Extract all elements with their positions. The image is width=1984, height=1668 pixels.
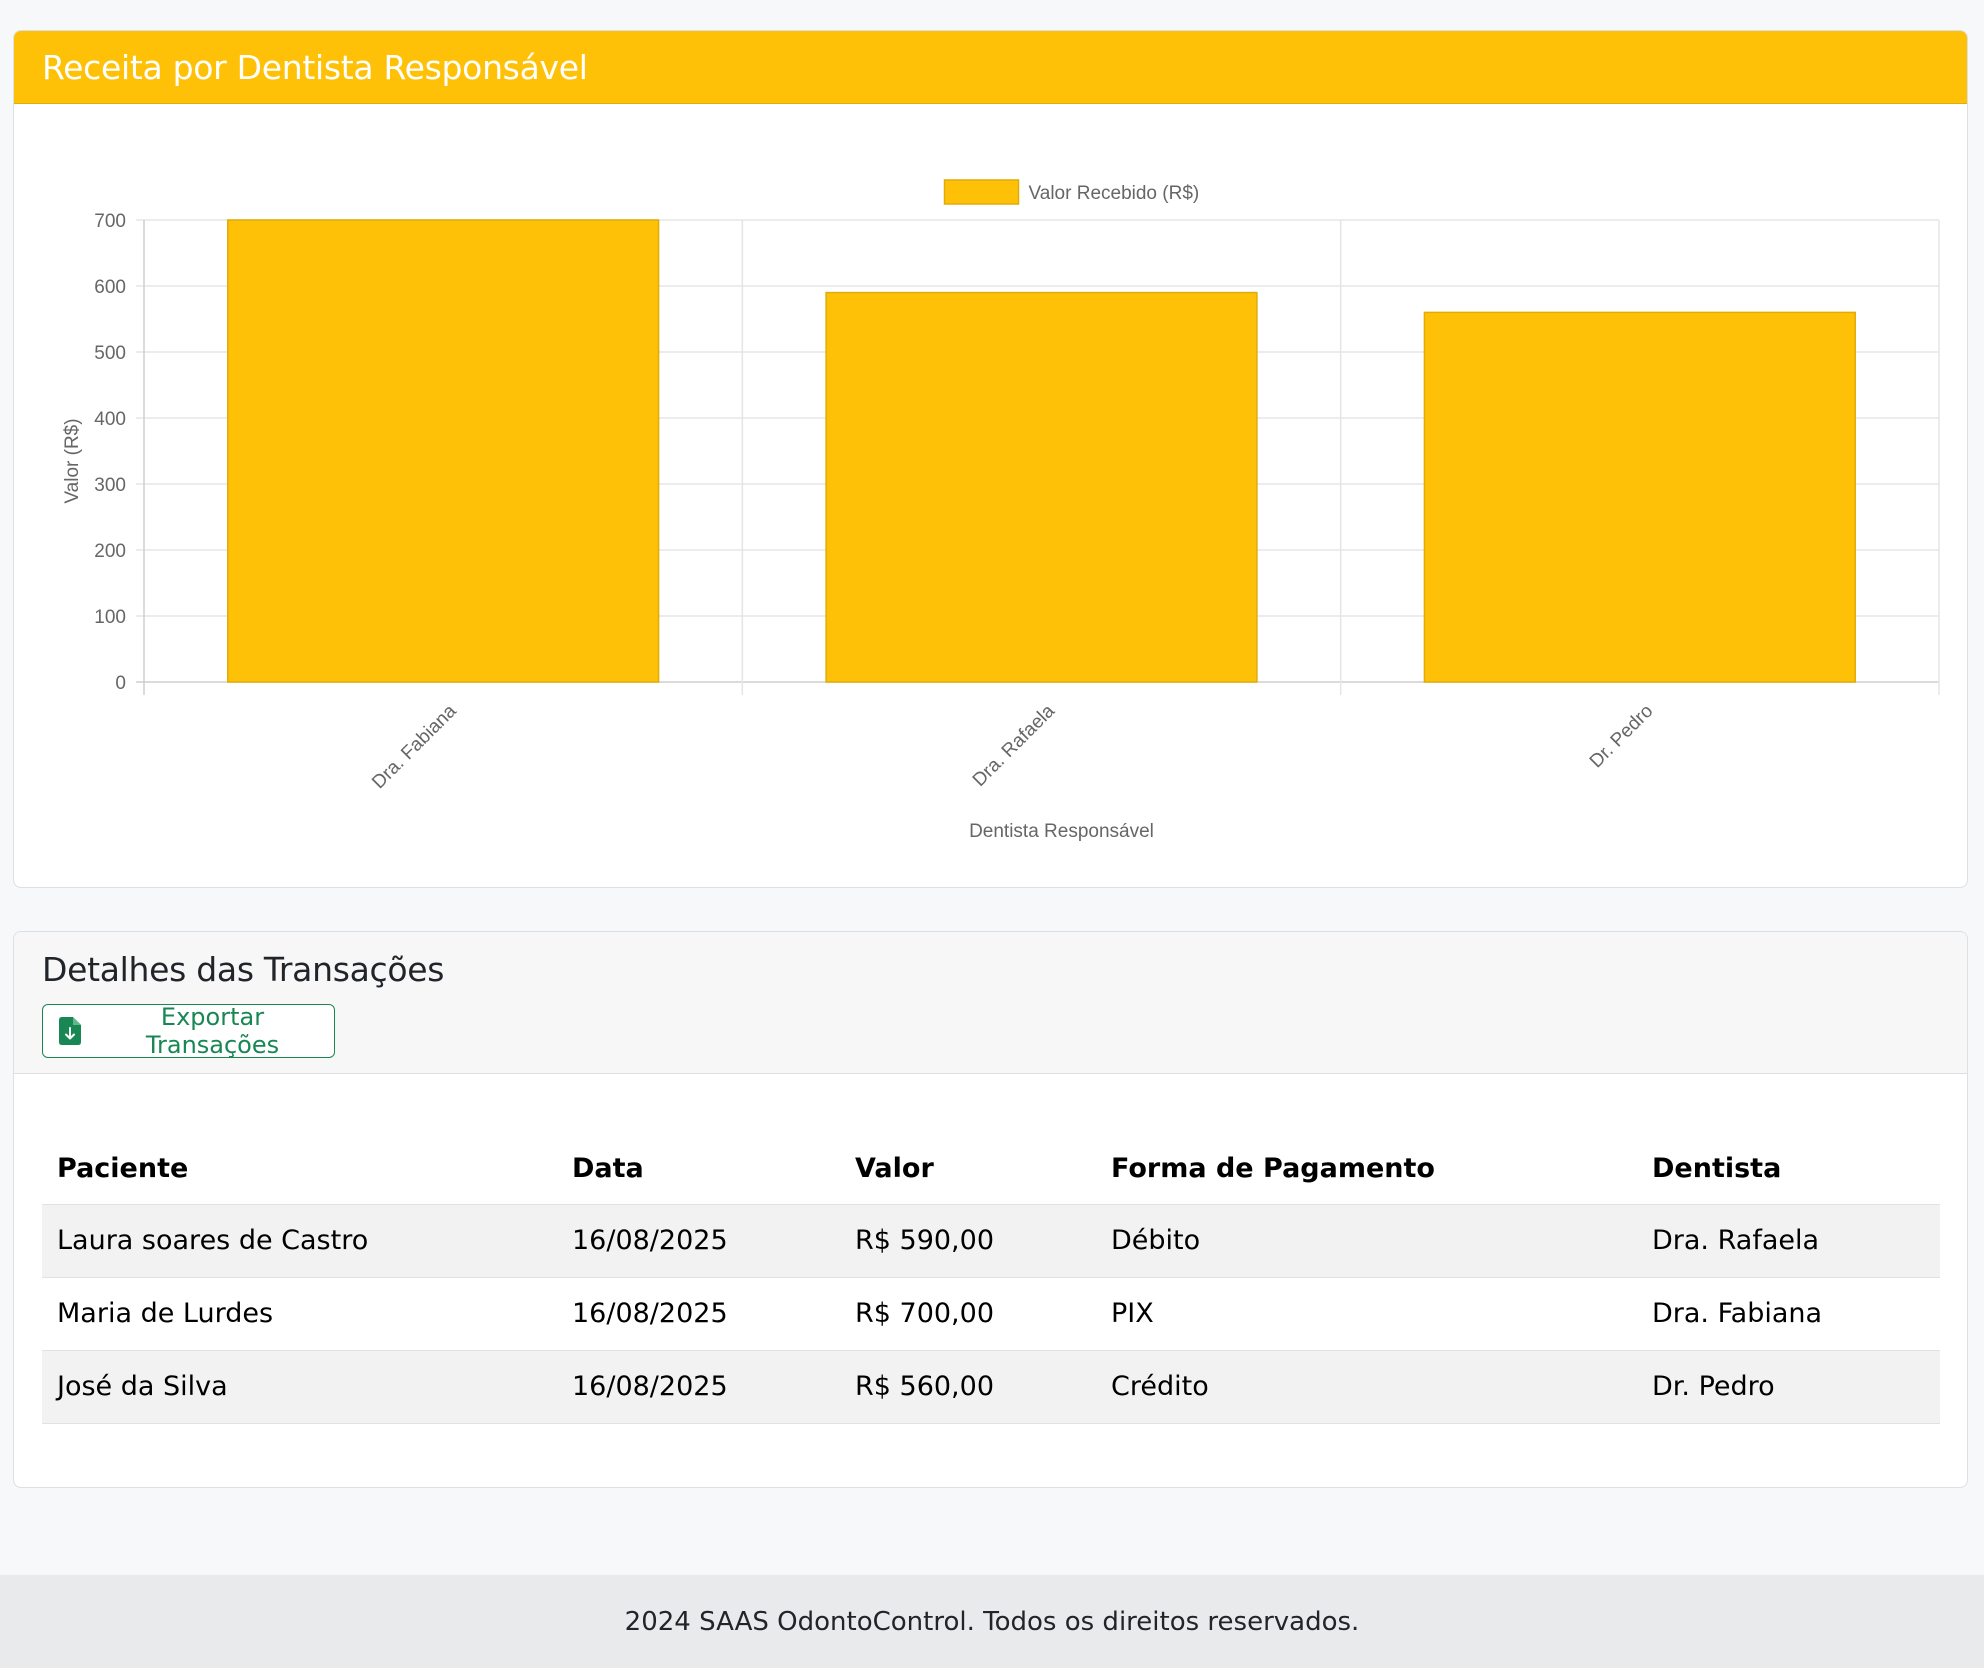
column-header-paciente: Paciente — [42, 1134, 557, 1205]
column-header-forma-pagamento: Forma de Pagamento — [1096, 1134, 1637, 1205]
x-tick-label: Dr. Pedro — [1586, 701, 1658, 773]
column-header-dentista: Dentista — [1637, 1134, 1940, 1205]
y-tick-label: 600 — [94, 277, 126, 298]
export-transactions-button[interactable]: Exportar Transações — [42, 1003, 335, 1059]
revenue-chart-card: Receita por Dentista Responsável 0 100 200… — [13, 30, 1968, 888]
revenue-bar-chart: 0 100 200 300 400 500 600 700 Dra. Fabiana Dra. R… — [62, 179, 1940, 842]
cell-paciente: Laura soares de Castro — [42, 1204, 557, 1278]
cell-data: 16/08/2025 — [557, 1204, 840, 1278]
transactions-table: Paciente Data Valor Forma de Pagamento D… — [42, 1134, 1940, 1424]
x-axis-title: Dentista Responsável — [969, 821, 1154, 842]
y-tick-label: 700 — [94, 211, 126, 232]
y-tick-label: 300 — [94, 475, 126, 496]
transactions-card: Detalhes das Transações Exportar Transaç… — [13, 931, 1968, 1488]
y-tick-label: 100 — [94, 607, 126, 628]
cell-valor: R$ 560,00 — [840, 1350, 1096, 1424]
cell-dentista: Dr. Pedro — [1637, 1350, 1940, 1424]
y-tick-label: 0 — [115, 673, 126, 694]
table-row: José da Silva 16/08/2025 R$ 560,00 Crédi… — [42, 1350, 1940, 1424]
export-button-label: Exportar Transações — [145, 1003, 280, 1059]
legend-label: Valor Recebido (R$) — [1029, 183, 1200, 204]
cell-forma-pagamento: PIX — [1096, 1277, 1637, 1351]
cell-paciente: José da Silva — [42, 1350, 557, 1424]
chart-card-title: Receita por Dentista Responsável — [42, 47, 588, 87]
table-header-row: Paciente Data Valor Forma de Pagamento D… — [42, 1134, 1940, 1205]
transactions-card-header: Detalhes das Transações Exportar Transaç… — [14, 932, 1967, 1074]
x-tick-label: Dra. Fabiana — [368, 700, 461, 793]
transactions-body: Paciente Data Valor Forma de Pagamento D… — [14, 1134, 1967, 1424]
cell-forma-pagamento: Débito — [1096, 1204, 1637, 1278]
bar — [227, 219, 660, 683]
y-tick-label: 400 — [94, 409, 126, 430]
cell-dentista: Dra. Rafaela — [1637, 1204, 1940, 1278]
y-tick-label: 500 — [94, 343, 126, 364]
cell-valor: R$ 590,00 — [840, 1204, 1096, 1278]
transactions-title: Detalhes das Transações — [42, 950, 445, 989]
table-row: Maria de Lurdes 16/08/2025 R$ 700,00 PIX… — [42, 1277, 1940, 1351]
column-header-data: Data — [557, 1134, 840, 1205]
column-header-valor: Valor — [840, 1134, 1096, 1205]
y-axis-title: Valor (R$) — [62, 418, 83, 503]
footer-text: 2024 SAAS OdontoControl. Todos os direit… — [624, 1606, 1360, 1637]
file-download-icon — [59, 1017, 81, 1045]
cell-dentista: Dra. Fabiana — [1637, 1277, 1940, 1351]
cell-data: 16/08/2025 — [557, 1350, 840, 1424]
cell-data: 16/08/2025 — [557, 1277, 840, 1351]
table-row: Laura soares de Castro 16/08/2025 R$ 590… — [42, 1204, 1940, 1278]
page-footer: 2024 SAAS OdontoControl. Todos os direit… — [0, 1575, 1984, 1668]
cell-paciente: Maria de Lurdes — [42, 1277, 557, 1351]
chart-card-header: Receita por Dentista Responsável — [14, 31, 1967, 104]
bar — [825, 291, 1258, 683]
x-tick-label: Dra. Rafaela — [969, 700, 1060, 791]
cell-forma-pagamento: Crédito — [1096, 1350, 1637, 1424]
cell-valor: R$ 700,00 — [840, 1277, 1096, 1351]
bar — [1423, 311, 1856, 683]
y-tick-label: 200 — [94, 541, 126, 562]
legend-swatch — [943, 179, 1020, 205]
